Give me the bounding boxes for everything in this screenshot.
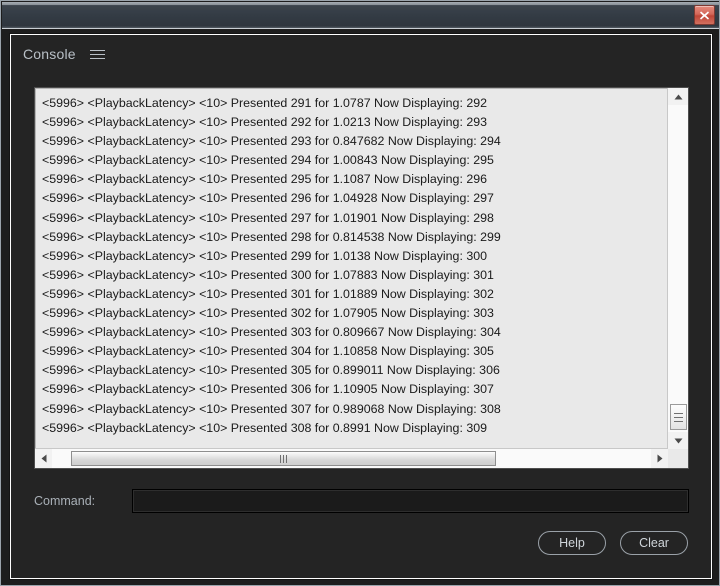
log-line: <5996> <PlaybackLatency> <10> Presented …	[42, 229, 501, 244]
log-horizontal-scrollbar[interactable]	[35, 448, 668, 468]
command-label: Command:	[34, 494, 96, 508]
scroll-right-button[interactable]	[651, 449, 668, 468]
scroll-thumb-grip-icon	[283, 454, 284, 463]
titlebar-highlight	[2, 2, 719, 5]
log-line: <5996> <PlaybackLatency> <10> Presented …	[42, 191, 494, 206]
log-line: <5996> <PlaybackLatency> <10> Presented …	[42, 172, 487, 187]
scroll-down-arrow-icon	[674, 438, 682, 443]
log-line: <5996> <PlaybackLatency> <10> Presented …	[42, 96, 487, 110]
scroll-left-button[interactable]	[35, 449, 52, 468]
log-line: <5996> <PlaybackLatency> <10> Presented …	[42, 382, 494, 397]
scroll-up-button[interactable]	[668, 88, 688, 105]
log-line: <5996> <PlaybackLatency> <10> Presented …	[42, 306, 494, 321]
window-titlebar[interactable]	[2, 2, 719, 29]
scroll-thumb-grip-icon	[280, 454, 281, 463]
console-header: Console	[23, 40, 105, 68]
help-button[interactable]: Help	[538, 531, 606, 555]
log-line: <5996> <PlaybackLatency> <10> Presented …	[42, 134, 501, 149]
scroll-thumb-grip-icon	[286, 454, 287, 463]
scroll-left-arrow-icon	[41, 454, 46, 463]
log-vertical-scrollbar[interactable]	[667, 88, 688, 449]
console-app-body: Console <5996> <PlaybackLatency> <10> Pr…	[9, 33, 713, 580]
log-panel: <5996> <PlaybackLatency> <10> Presented …	[34, 87, 689, 469]
scroll-thumb-vertical[interactable]	[670, 404, 687, 430]
log-text-area[interactable]: <5996> <PlaybackLatency> <10> Presented …	[35, 88, 668, 449]
scroll-track-horizontal[interactable]	[52, 449, 651, 468]
log-line: <5996> <PlaybackLatency> <10> Presented …	[42, 344, 494, 359]
page-title: Console	[23, 46, 76, 62]
console-window: Console <5996> <PlaybackLatency> <10> Pr…	[0, 0, 720, 586]
scroll-thumb-grip-icon	[674, 420, 683, 422]
scroll-up-arrow-icon	[674, 94, 682, 99]
scroll-down-button[interactable]	[668, 432, 688, 449]
scroll-thumb-horizontal[interactable]	[71, 451, 496, 466]
command-row: Command:	[34, 488, 689, 514]
footer-buttons: Help Clear	[538, 531, 688, 555]
close-button[interactable]	[694, 5, 715, 25]
log-line: <5996> <PlaybackLatency> <10> Presented …	[42, 420, 487, 435]
close-icon	[699, 10, 710, 20]
log-line: <5996> <PlaybackLatency> <10> Presented …	[42, 363, 500, 378]
hamburger-menu-icon[interactable]	[89, 45, 105, 64]
scroll-thumb-grip-icon	[674, 416, 683, 418]
scroll-track-vertical[interactable]	[668, 105, 688, 432]
log-line: <5996> <PlaybackLatency> <10> Presented …	[42, 401, 501, 416]
log-line: <5996> <PlaybackLatency> <10> Presented …	[42, 153, 494, 168]
log-line: <5996> <PlaybackLatency> <10> Presented …	[42, 286, 494, 301]
clear-button[interactable]: Clear	[620, 531, 688, 555]
log-line: <5996> <PlaybackLatency> <10> Presented …	[42, 210, 494, 225]
command-input[interactable]	[132, 489, 689, 513]
log-line: <5996> <PlaybackLatency> <10> Presented …	[42, 248, 487, 263]
log-line: <5996> <PlaybackLatency> <10> Presented …	[42, 115, 487, 130]
log-line: <5996> <PlaybackLatency> <10> Presented …	[42, 267, 494, 282]
log-line: <5996> <PlaybackLatency> <10> Presented …	[42, 325, 501, 340]
scroll-thumb-grip-icon	[674, 412, 683, 414]
scroll-right-arrow-icon	[657, 454, 662, 463]
